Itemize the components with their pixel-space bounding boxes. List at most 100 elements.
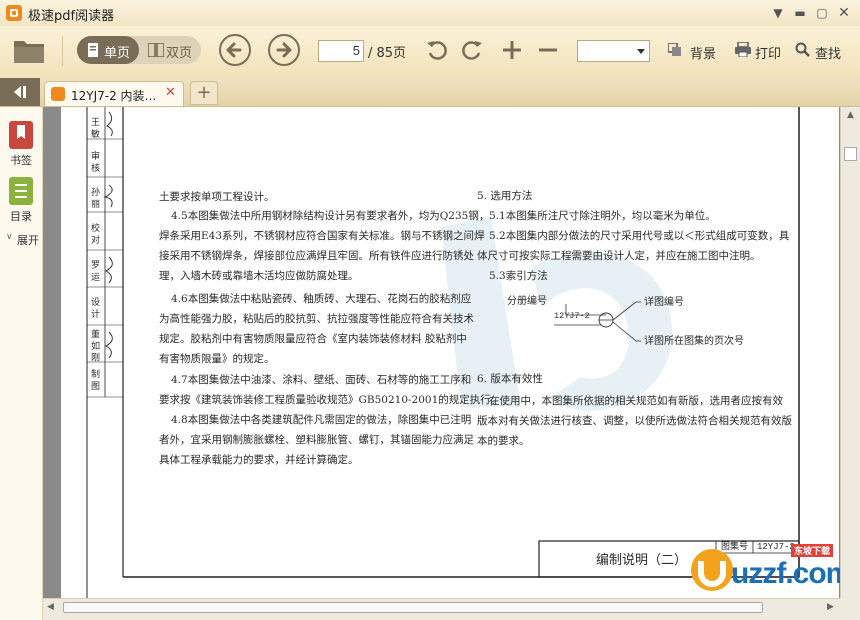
sidebar-item-bookmarks[interactable]: 书签 — [0, 121, 42, 171]
app-title: 极速pdf阅读器 — [28, 9, 115, 24]
page-number-input[interactable]: 5 — [318, 40, 364, 62]
chevron-down-icon — [637, 49, 645, 54]
text-line: 本的要求。 — [477, 435, 530, 447]
text-line: 土要求按单项工程设计。 — [159, 191, 275, 203]
sidebar-toggle-button[interactable] — [0, 78, 40, 106]
zoom-select[interactable] — [577, 40, 650, 62]
maximize-button[interactable]: ▢ — [812, 4, 832, 22]
text-line: 5.3索引方法 — [489, 270, 548, 282]
arrow-left-icon — [226, 42, 242, 58]
tab-document[interactable]: 12YJ7-2 内装… ✕ — [44, 81, 184, 106]
text-line: 体尺寸可按实际工程需要由设计人定，并应在施工图中注明。 — [477, 250, 761, 262]
text-line: 5.1本图集所注尺寸除注明外，均以毫米为单位。 — [489, 210, 716, 222]
atlas-number: 12YJ7-2 — [757, 542, 795, 552]
text-line: 要求按《建筑装饰装修工程质量验收规范》GB50210-2001的规定执行。 — [159, 394, 502, 406]
side-table-cell: 设 计 — [89, 297, 99, 318]
horizontal-scrollbar[interactable]: ◀ ▶ — [43, 598, 840, 616]
text-line: 5.2本图集内部分做法的尺寸采用代号或以＜形式组成可变数，具 — [489, 230, 790, 242]
plus-icon — [503, 41, 521, 59]
text-line: 4.5本图集做法中所用钢材除结构设计另有要求者外，均为Q235钢， — [171, 210, 490, 222]
side-table-cell: 罗 运 — [89, 260, 99, 281]
text-line: 在使用中，本图集所依据的相关规范如有新版，选用者应按有效 — [489, 395, 783, 407]
toolbar: 单页 双页 5 / 85页 背景 打印 查找 — [0, 26, 860, 79]
pdf-app-icon — [51, 87, 65, 101]
tab-bar: 12YJ7-2 内装… ✕ + — [0, 78, 860, 107]
text-line: 理，入墙木砖或靠墙木活均应做防腐处理。 — [159, 270, 359, 282]
side-table-cell: 制 图 — [89, 369, 99, 390]
text-line: 4.7本图集做法中油漆、涂料、壁纸、面砖、石材等的施工工序和 — [171, 374, 472, 386]
text-line: 具体工程承载能力的要求，并经计算确定。 — [159, 454, 359, 466]
watermark-logo-icon — [691, 549, 733, 591]
outline-label: 目录 — [10, 210, 32, 223]
vertical-scrollbar[interactable]: ▲ — [840, 107, 860, 598]
vertical-scroll-thumb[interactable] — [844, 147, 857, 161]
bookmarks-label: 书签 — [10, 154, 32, 167]
search-icon — [795, 42, 810, 57]
rotate-right-icon — [462, 41, 482, 60]
index-code: 12YJ7-2 — [554, 311, 590, 321]
next-page-button[interactable] — [268, 34, 300, 66]
scroll-corner — [840, 598, 860, 620]
scroll-right-icon[interactable]: ▶ — [827, 602, 834, 612]
single-page-button[interactable]: 单页 — [77, 36, 139, 64]
side-table-cell: 孙 丽 — [89, 187, 99, 208]
sidebar-item-outline[interactable]: 目录 — [0, 177, 42, 227]
view-mode-switch: 单页 双页 — [77, 36, 201, 64]
scroll-up-icon[interactable]: ▲ — [847, 110, 854, 120]
double-page-label: 双页 — [166, 46, 193, 61]
scroll-left-icon[interactable]: ◀ — [47, 602, 54, 612]
bookmark-icon — [9, 121, 33, 149]
chevron-down-icon: ∨ — [6, 232, 13, 242]
text-line: 接采用不锈钢焊条，焊接部位应满焊且牢固。所有铁件应进行防锈处 — [159, 250, 474, 262]
new-tab-button[interactable]: + — [190, 81, 218, 105]
pdf-page: 王 敏 审 核 孙 丽 校 对 罗 运 设 计 董 如 刚 制 图 土要求按单项… — [61, 107, 840, 598]
text-line: 6. 版本有效性 — [477, 373, 543, 385]
text-line: 4.6本图集做法中粘贴瓷砖、釉质砖、大理石、花岗石的胶粘剂应 — [171, 293, 472, 305]
side-table-cell: 董 如 刚 — [89, 329, 99, 362]
text-line: 焊条采用E43系列，不锈钢材应符合国家有关标准。钢与不锈钢之间焊 — [159, 230, 485, 242]
zoom-out-button[interactable] — [536, 38, 560, 62]
text-line: 为高性能强力胶，粘贴后的胶抗剪、抗拉强度等性能应符合有关技术 — [159, 313, 474, 325]
menu-dropdown-icon[interactable]: ▼ — [768, 4, 788, 22]
single-page-label: 单页 — [104, 46, 131, 61]
open-folder-button[interactable] — [12, 35, 46, 65]
title-bar: 极速pdf阅读器 ▼ ▬ ▢ ✕ — [0, 0, 860, 27]
watermark-tag: 东坡下载 — [791, 544, 834, 557]
watermark-brand: uzzf.com — [731, 557, 840, 590]
rotate-right-button[interactable] — [460, 38, 484, 62]
expand-label: 展开 — [17, 234, 39, 247]
app-logo-icon — [6, 5, 22, 21]
page-total: / 85页 — [368, 46, 407, 61]
close-button[interactable]: ✕ — [834, 4, 854, 22]
tab-close-icon[interactable]: ✕ — [165, 85, 176, 100]
document-viewport[interactable]: 王 敏 审 核 孙 丽 校 对 罗 运 设 计 董 如 刚 制 图 土要求按单项… — [43, 107, 840, 598]
text-line: 4.8本图集做法中各类建筑配件凡需固定的做法，除图集中已注明 — [171, 414, 472, 426]
sidebar-expand-button[interactable]: ∨ 展开 — [0, 232, 42, 248]
text-line: 者外，宜采用钢制膨胀螺栓、塑料膨胀管、螺钉，其锚固能力应满足 — [159, 434, 474, 446]
index-detail-label: 详图编号 — [644, 297, 684, 308]
divider — [62, 36, 63, 66]
print-label: 打印 — [755, 47, 782, 62]
previous-page-button[interactable] — [219, 34, 251, 66]
rotate-left-icon — [427, 41, 447, 60]
horizontal-scroll-thumb[interactable] — [63, 602, 763, 613]
side-table-cell: 审 核 — [89, 151, 99, 172]
side-table-cell: 王 敏 — [89, 117, 99, 138]
background-icon — [668, 43, 681, 56]
outline-icon — [9, 177, 33, 205]
index-page-label: 详图所在图集的页次号 — [644, 336, 744, 347]
double-page-button[interactable]: 双页 — [139, 36, 201, 64]
rotate-left-button[interactable] — [425, 38, 449, 62]
folder-icon — [14, 41, 44, 63]
minimize-button[interactable]: ▬ — [790, 4, 810, 22]
printer-icon — [735, 42, 751, 57]
arrow-right-icon — [276, 42, 292, 58]
text-line: 5. 选用方法 — [477, 190, 533, 202]
collapse-left-icon — [14, 86, 26, 98]
text-line: 版本对有关做法进行核查、调整，以使所选做法符合相关规范有效版 — [477, 415, 792, 427]
status-strip — [43, 616, 840, 620]
double-page-icon — [148, 43, 164, 57]
zoom-in-button[interactable] — [500, 38, 524, 62]
search-label: 查找 — [815, 47, 842, 62]
tab-label: 12YJ7-2 内装… — [71, 89, 157, 103]
